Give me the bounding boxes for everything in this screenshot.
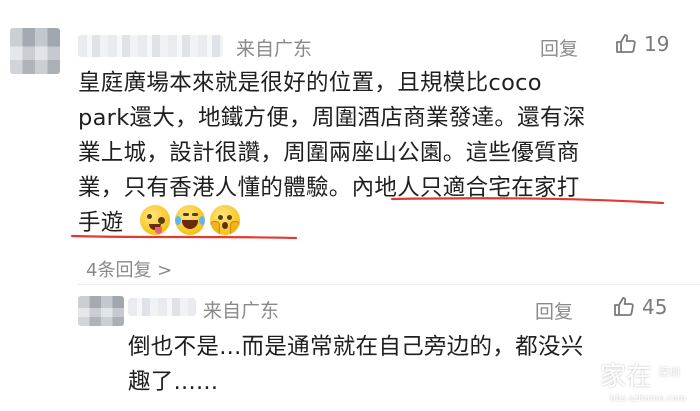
comment-line: 趣了...... — [128, 369, 219, 395]
like-count: 45 — [642, 295, 668, 319]
reply-text: 倒也不是...而是通常就在自己旁边的，都没兴 趣了...... — [128, 330, 584, 400]
username-blurred[interactable] — [128, 298, 196, 316]
like-button[interactable]: 45 — [612, 295, 667, 319]
reply-button[interactable]: 回复 — [535, 297, 573, 324]
comment-source: 来自广东 — [203, 300, 280, 322]
avatar[interactable] — [78, 296, 124, 326]
watermark-logo-text: 家在 — [600, 362, 653, 392]
comment-divider — [78, 284, 700, 285]
watermark-tag: 深圳 — [658, 366, 680, 379]
comment-line: 倒也不是...而是通常就在自己旁边的，都没兴 — [128, 334, 584, 360]
view-replies-link[interactable]: 4条回复 > — [86, 256, 172, 282]
thumbs-up-icon — [612, 295, 636, 319]
watermark-url: bbs.szhome.com — [610, 394, 686, 404]
